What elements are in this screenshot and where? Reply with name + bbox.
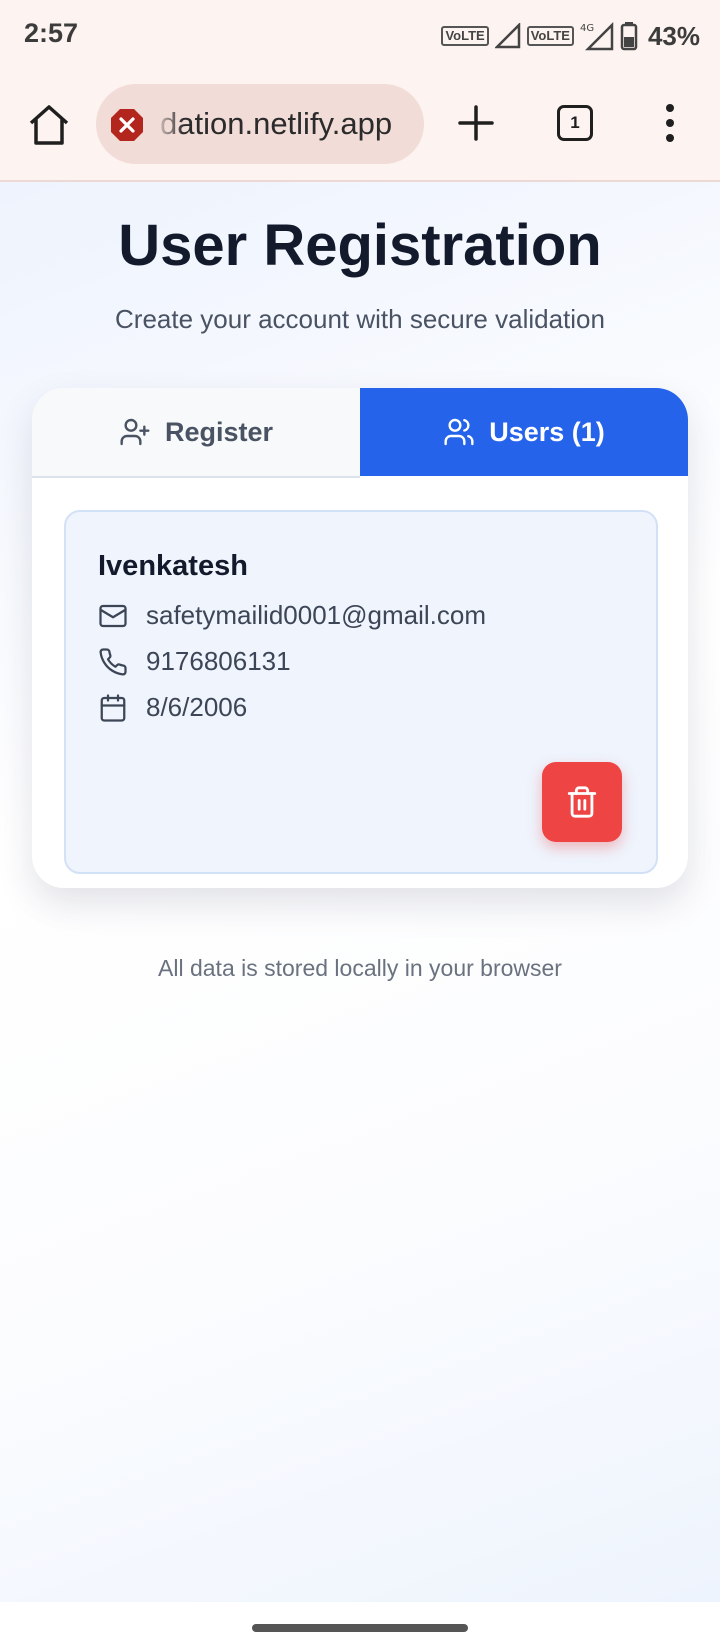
tab-users-label: Users (1) [489, 416, 605, 447]
home-icon[interactable] [26, 102, 72, 148]
registration-card: Register Users (1) Ivenkatesh safetymail… [32, 388, 688, 888]
gesture-handle[interactable] [252, 1624, 468, 1632]
signal-icon-sim1 [494, 23, 520, 49]
tab-register[interactable]: Register [32, 388, 360, 478]
volte-badge-sim1: VoLTE [441, 26, 489, 46]
user-dob-row: 8/6/2006 [98, 692, 247, 723]
user-phone: 9176806131 [146, 646, 291, 676]
tab-switcher-button[interactable]: 1 [557, 105, 593, 141]
user-card: Ivenkatesh safetymailid0001@gmail.com 91… [64, 510, 658, 874]
browser-toolbar: dation.netlify.app 1 [0, 72, 720, 182]
url-text: dation.netlify.app [160, 106, 393, 141]
user-plus-icon [120, 418, 150, 446]
more-options-icon[interactable] [660, 102, 680, 144]
tab-register-label: Register [164, 416, 274, 447]
user-dob: 8/6/2006 [146, 692, 248, 722]
delete-user-button[interactable] [542, 762, 622, 842]
page-subtitle: Create your account with secure validati… [115, 304, 605, 334]
page-title: User Registration [118, 213, 602, 278]
user-email: safetymailid0001@gmail.com [146, 600, 486, 630]
status-bar: 2:57 VoLTE VoLTE 4G 43% [0, 0, 720, 72]
user-name: Ivenkatesh [98, 550, 248, 582]
battery-percent: 43% [647, 20, 700, 51]
phone-icon [99, 647, 127, 675]
volte-badge-sim2: VoLTE [526, 26, 574, 46]
signal-icon-sim2: 4G [580, 21, 614, 51]
user-email-row: safetymailid0001@gmail.com [98, 600, 486, 631]
user-phone-row: 9176806131 [98, 646, 291, 677]
users-icon [444, 418, 474, 446]
new-tab-icon[interactable] [456, 103, 496, 143]
storage-note: All data is stored locally in your brows… [158, 955, 562, 981]
status-time: 2:57 [24, 18, 79, 48]
trash-icon [567, 786, 597, 818]
status-icons: VoLTE VoLTE 4G 43% [441, 14, 700, 58]
calendar-icon [100, 693, 126, 722]
not-secure-icon[interactable] [110, 108, 144, 142]
address-bar[interactable]: dation.netlify.app [96, 84, 424, 164]
tab-users[interactable]: Users (1) [360, 388, 688, 476]
page-content: User Registration Create your account wi… [0, 182, 720, 1602]
battery-icon [620, 22, 638, 51]
network-type-label: 4G [580, 23, 594, 34]
system-nav-area [0, 1602, 720, 1650]
mail-icon [99, 604, 127, 627]
